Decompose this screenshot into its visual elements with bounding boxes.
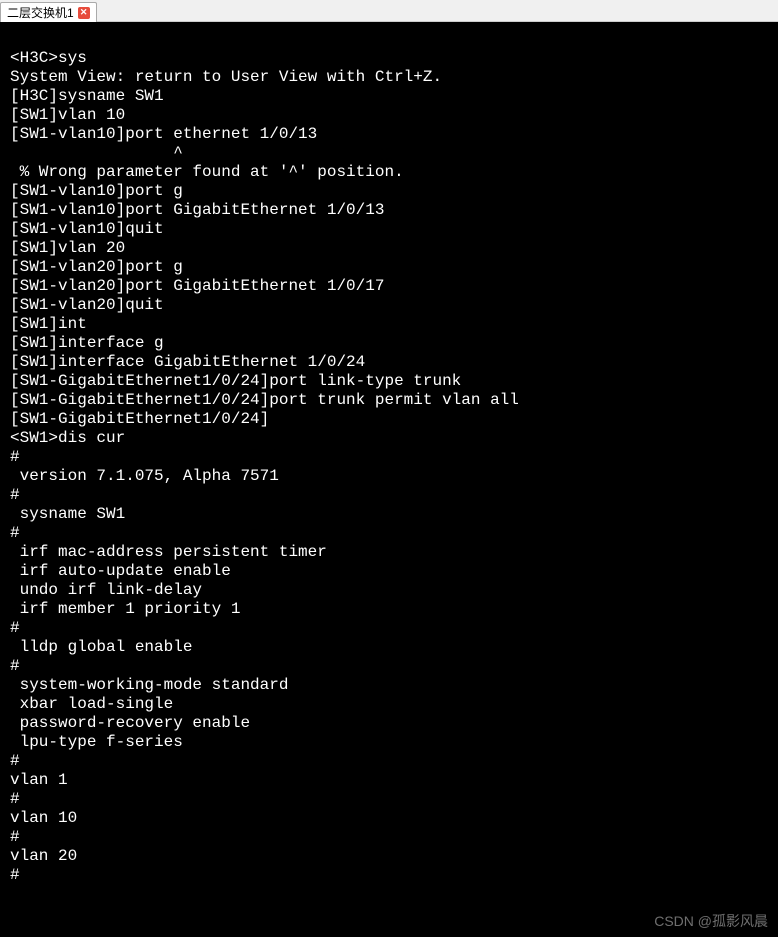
terminal-line: [SW1-vlan10]port GigabitEthernet 1/0/13 xyxy=(10,201,770,220)
terminal-line: # xyxy=(10,619,770,638)
terminal-line: <H3C>sys xyxy=(10,49,770,68)
terminal-line: [SW1-vlan20]port GigabitEthernet 1/0/17 xyxy=(10,277,770,296)
terminal-line: vlan 1 xyxy=(10,771,770,790)
terminal-line: lpu-type f-series xyxy=(10,733,770,752)
terminal-line: [SW1]int xyxy=(10,315,770,334)
terminal-line: system-working-mode standard xyxy=(10,676,770,695)
terminal-line: [SW1-vlan20]port g xyxy=(10,258,770,277)
terminal-line: # xyxy=(10,752,770,771)
terminal-line: irf auto-update enable xyxy=(10,562,770,581)
terminal-line: [SW1-vlan10]quit xyxy=(10,220,770,239)
terminal-line: irf mac-address persistent timer xyxy=(10,543,770,562)
terminal-line: undo irf link-delay xyxy=(10,581,770,600)
terminal-line: [SW1-vlan10]port g xyxy=(10,182,770,201)
terminal-line: password-recovery enable xyxy=(10,714,770,733)
terminal-line: <SW1>dis cur xyxy=(10,429,770,448)
terminal-line: ^ xyxy=(10,144,770,163)
terminal-line: # xyxy=(10,790,770,809)
terminal-line: [SW1]interface GigabitEthernet 1/0/24 xyxy=(10,353,770,372)
tab-title: 二层交换机1 xyxy=(7,4,74,21)
terminal-line: [SW1]interface g xyxy=(10,334,770,353)
terminal-line: xbar load-single xyxy=(10,695,770,714)
terminal-line: # xyxy=(10,486,770,505)
terminal-line: lldp global enable xyxy=(10,638,770,657)
terminal-output[interactable]: <H3C>sysSystem View: return to User View… xyxy=(0,22,778,937)
tab-bar: 二层交换机1 ✕ xyxy=(0,0,778,22)
terminal-line: # xyxy=(10,828,770,847)
terminal-line: % Wrong parameter found at '^' position. xyxy=(10,163,770,182)
tab-active[interactable]: 二层交换机1 ✕ xyxy=(0,2,97,22)
terminal-line: [SW1]vlan 20 xyxy=(10,239,770,258)
terminal-line: [SW1-GigabitEthernet1/0/24]port link-typ… xyxy=(10,372,770,391)
terminal-line: # xyxy=(10,866,770,885)
terminal-line xyxy=(10,30,770,49)
terminal-line: [SW1-vlan10]port ethernet 1/0/13 xyxy=(10,125,770,144)
terminal-line: System View: return to User View with Ct… xyxy=(10,68,770,87)
terminal-line: [H3C]sysname SW1 xyxy=(10,87,770,106)
terminal-line: [SW1-GigabitEthernet1/0/24]port trunk pe… xyxy=(10,391,770,410)
terminal-line: vlan 20 xyxy=(10,847,770,866)
terminal-line: [SW1-GigabitEthernet1/0/24] xyxy=(10,410,770,429)
terminal-line: version 7.1.075, Alpha 7571 xyxy=(10,467,770,486)
terminal-line: # xyxy=(10,657,770,676)
close-icon[interactable]: ✕ xyxy=(78,7,90,19)
terminal-line: irf member 1 priority 1 xyxy=(10,600,770,619)
terminal-line: # xyxy=(10,524,770,543)
terminal-line: [SW1]vlan 10 xyxy=(10,106,770,125)
terminal-line: # xyxy=(10,448,770,467)
terminal-line: sysname SW1 xyxy=(10,505,770,524)
terminal-line: [SW1-vlan20]quit xyxy=(10,296,770,315)
terminal-line: vlan 10 xyxy=(10,809,770,828)
